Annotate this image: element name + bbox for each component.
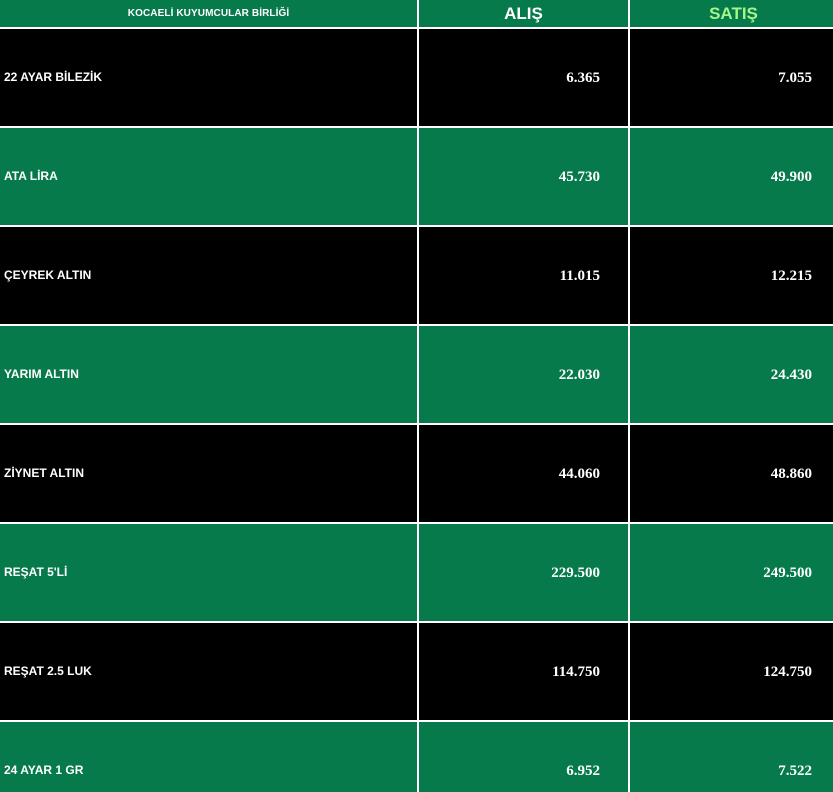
row-sell-price: 12.215: [630, 227, 833, 324]
row-name: 22 AYAR BİLEZİK: [0, 29, 417, 126]
row-name: ATA LİRA: [0, 128, 417, 225]
header-buy-cell: ALIŞ: [419, 0, 628, 27]
row-sell-price: 48.860: [630, 425, 833, 522]
row-buy-price: 6.952: [419, 722, 628, 792]
row-sell-price: 124.750: [630, 623, 833, 720]
row-sell-price: 7.055: [630, 29, 833, 126]
row-sell-price: 49.900: [630, 128, 833, 225]
price-table: KOCAELİ KUYUMCULAR BİRLİĞİ ALIŞ SATIŞ 22…: [0, 0, 833, 792]
row-buy-price: 45.730: [419, 128, 628, 225]
row-buy-price: 11.015: [419, 227, 628, 324]
row-buy-price: 44.060: [419, 425, 628, 522]
row-sell-price: 249.500: [630, 524, 833, 621]
header-sell-cell: SATIŞ: [630, 0, 833, 27]
row-sell-price: 24.430: [630, 326, 833, 423]
row-buy-price: 114.750: [419, 623, 628, 720]
row-buy-price: 6.365: [419, 29, 628, 126]
sell-column-header: SATIŞ: [709, 3, 758, 23]
table-title: KOCAELİ KUYUMCULAR BİRLİĞİ: [127, 8, 290, 19]
header-title-cell: KOCAELİ KUYUMCULAR BİRLİĞİ: [0, 0, 417, 27]
row-name: 24 AYAR 1 GR: [0, 722, 417, 792]
row-sell-price: 7.522: [630, 722, 833, 792]
row-name: ZİYNET ALTIN: [0, 425, 417, 522]
row-name: ÇEYREK ALTIN: [0, 227, 417, 324]
row-name: REŞAT 2.5 LUK: [0, 623, 417, 720]
row-buy-price: 22.030: [419, 326, 628, 423]
buy-column-header: ALIŞ: [504, 3, 543, 23]
row-name: YARIM ALTIN: [0, 326, 417, 423]
row-name: REŞAT 5'Lİ: [0, 524, 417, 621]
row-buy-price: 229.500: [419, 524, 628, 621]
